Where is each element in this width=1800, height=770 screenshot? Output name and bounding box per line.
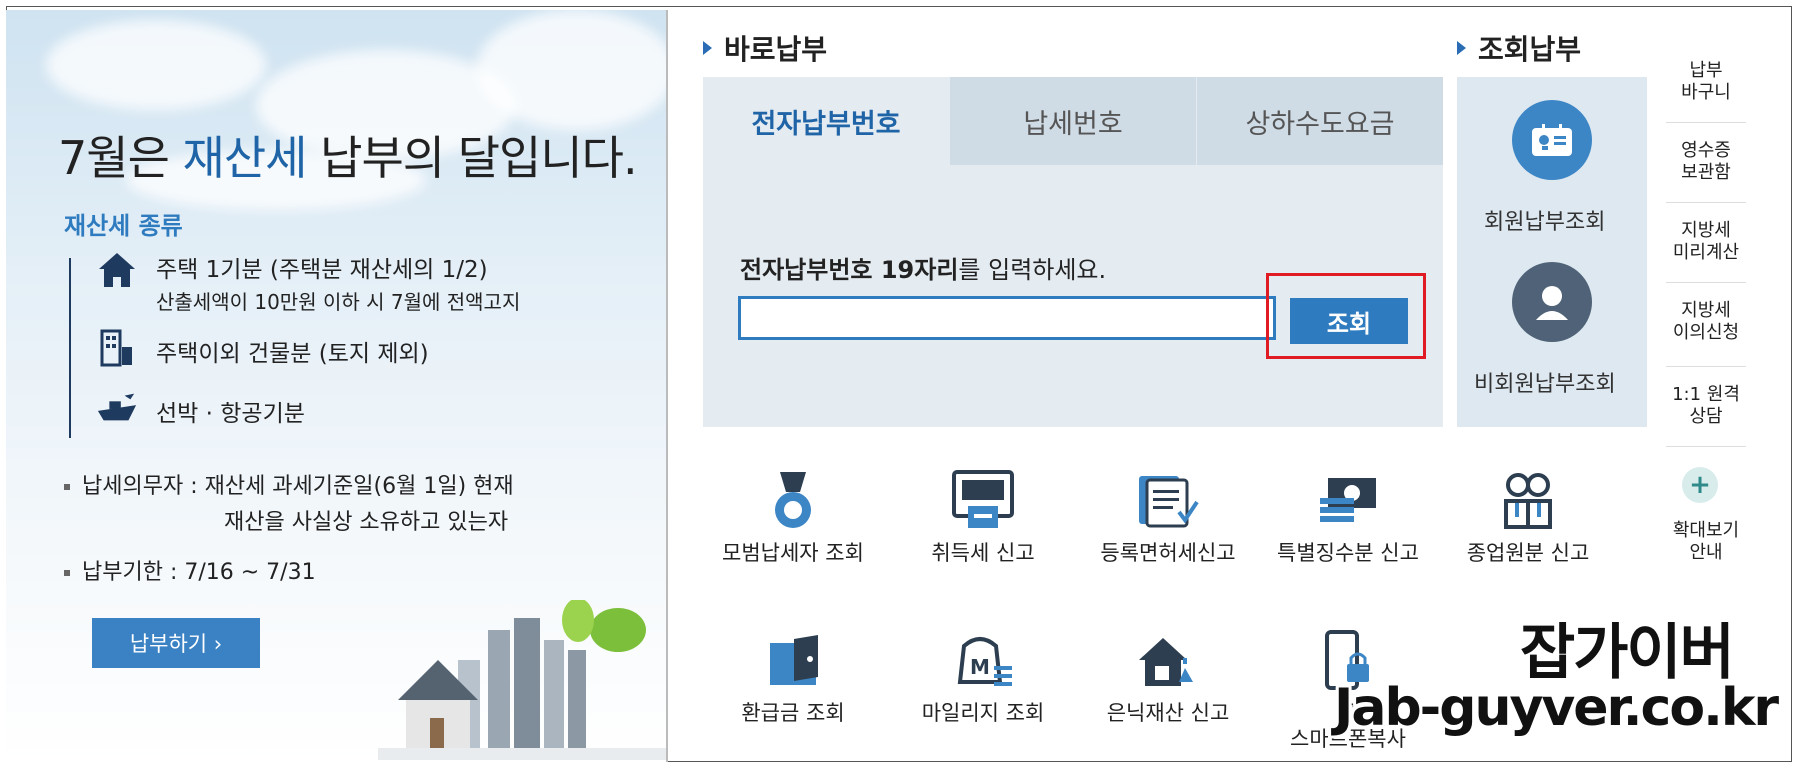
kind-ship: 선박 · 항공기분 bbox=[96, 388, 305, 428]
highlight-box bbox=[1266, 273, 1426, 359]
service-hidden-property[interactable]: 은닉재산 신고 bbox=[1083, 622, 1253, 726]
service-label: 은닉재산 신고 bbox=[1106, 701, 1230, 725]
kind-building: 주택이외 건물분 (토지 제외) bbox=[96, 328, 429, 368]
taxpayer-info-cont: 재산을 사실상 소유하고 있는자 bbox=[224, 510, 509, 535]
nonmember-lookup-link[interactable]: 비회원납부조회 bbox=[1474, 366, 1616, 398]
house-icon bbox=[96, 250, 138, 290]
property-tax-banner: 7월은 재산세 납부의 달입니다. 재산세 종류 주택 1기분 (주택분 재산세… bbox=[6, 10, 666, 762]
sidebar-item-precalc[interactable]: 지방세 미리계산 bbox=[1660, 220, 1752, 264]
medal-icon bbox=[708, 462, 878, 540]
service-label: 모범납세자 조회 bbox=[722, 541, 864, 565]
employees-icon bbox=[1443, 462, 1613, 540]
svg-text:M: M bbox=[970, 655, 990, 679]
sidebar-item-receipts[interactable]: 영수증 보관함 bbox=[1660, 140, 1752, 184]
banner-title: 7월은 재산세 납부의 달입니다. bbox=[58, 131, 638, 185]
tab-epay-number[interactable]: 전자납부번호 bbox=[703, 77, 949, 165]
nonmember-person-icon[interactable] bbox=[1512, 262, 1592, 342]
service-special-withholding[interactable]: 특별징수분 신고 bbox=[1263, 462, 1433, 566]
sidebar-divider bbox=[1666, 282, 1746, 283]
member-lookup-link[interactable]: 회원납부조회 bbox=[1484, 204, 1605, 236]
direct-pay-title: 바로납부 bbox=[703, 28, 827, 68]
service-label: 환급금 조회 bbox=[741, 701, 845, 725]
atm-icon bbox=[898, 462, 1068, 540]
wallet-icon bbox=[708, 622, 878, 700]
document-icon bbox=[1083, 462, 1253, 540]
money-icon bbox=[1263, 462, 1433, 540]
ship-icon bbox=[96, 388, 138, 428]
pay-button[interactable]: 납부하기 › bbox=[92, 618, 260, 668]
service-mileage[interactable]: M 마일리지 조회 bbox=[898, 622, 1068, 726]
kind-sublabel: 산출세액이 10만원 이하 시 7월에 전액고지 bbox=[156, 290, 521, 314]
epay-number-input[interactable] bbox=[738, 296, 1276, 340]
service-label: 종업원분 신고 bbox=[1466, 541, 1590, 565]
sidebar-item-objection[interactable]: 지방세 이의신청 bbox=[1660, 300, 1752, 344]
lookup-pay-title: 조회납부 bbox=[1457, 28, 1581, 68]
building-icon bbox=[96, 328, 138, 368]
input-prompt: 전자납부번호 19자리를 입력하세요. bbox=[740, 256, 1107, 284]
kinds-heading: 재산세 종류 bbox=[64, 212, 183, 240]
deadline-info: 납부기한 : 7/16 ~ 7/31 bbox=[64, 554, 316, 586]
mileage-bag-icon: M bbox=[898, 622, 1068, 700]
service-acquisition-tax[interactable]: 취득세 신고 bbox=[898, 462, 1068, 566]
service-label: 등록면허세신고 bbox=[1100, 541, 1236, 565]
hidden-house-icon bbox=[1083, 622, 1253, 700]
service-label: 취득세 신고 bbox=[931, 541, 1035, 565]
service-label: 마일리지 조회 bbox=[921, 701, 1045, 725]
kind-house: 주택 1기분 (주택분 재산세의 1/2) 산출세액이 10만원 이하 시 7월… bbox=[96, 250, 520, 315]
taxpayer-info: 납세의무자 : 재산세 과세기준일(6월 1일) 현재 bbox=[64, 468, 514, 500]
kinds-divider bbox=[69, 258, 71, 438]
sidebar-item-basket[interactable]: 납부 바구니 bbox=[1660, 60, 1752, 104]
city-illustration bbox=[378, 598, 666, 762]
sidebar-divider bbox=[1666, 446, 1746, 447]
panel-divider bbox=[666, 10, 668, 762]
member-id-icon[interactable] bbox=[1512, 100, 1592, 180]
kind-label: 선박 · 항공기분 bbox=[156, 401, 305, 427]
watermark-url: Jab-guyver.co.kr bbox=[1334, 678, 1779, 738]
sidebar-divider bbox=[1666, 202, 1746, 203]
service-model-taxpayer[interactable]: 모범납세자 조회 bbox=[708, 462, 878, 566]
service-refund[interactable]: 환급금 조회 bbox=[708, 622, 878, 726]
service-label: 특별징수분 신고 bbox=[1277, 541, 1419, 565]
kind-label: 주택 1기분 (주택분 재산세의 1/2) bbox=[156, 257, 488, 283]
zoom-plus-icon[interactable]: + bbox=[1682, 467, 1718, 503]
sidebar-divider bbox=[1666, 122, 1746, 123]
tab-water-bill[interactable]: 상하수도요금 bbox=[1197, 77, 1443, 165]
service-registration-license[interactable]: 등록면허세신고 bbox=[1083, 462, 1253, 566]
tab-tax-number[interactable]: 납세번호 bbox=[950, 77, 1196, 165]
sidebar-item-remote-support[interactable]: 1:1 원격 상담 bbox=[1660, 384, 1752, 428]
sidebar-item-zoom-guide[interactable]: 확대보기 안내 bbox=[1660, 520, 1752, 564]
service-employee-tax[interactable]: 종업원분 신고 bbox=[1443, 462, 1613, 566]
sidebar-divider bbox=[1666, 366, 1746, 367]
kind-label: 주택이외 건물분 (토지 제외) bbox=[156, 341, 429, 367]
